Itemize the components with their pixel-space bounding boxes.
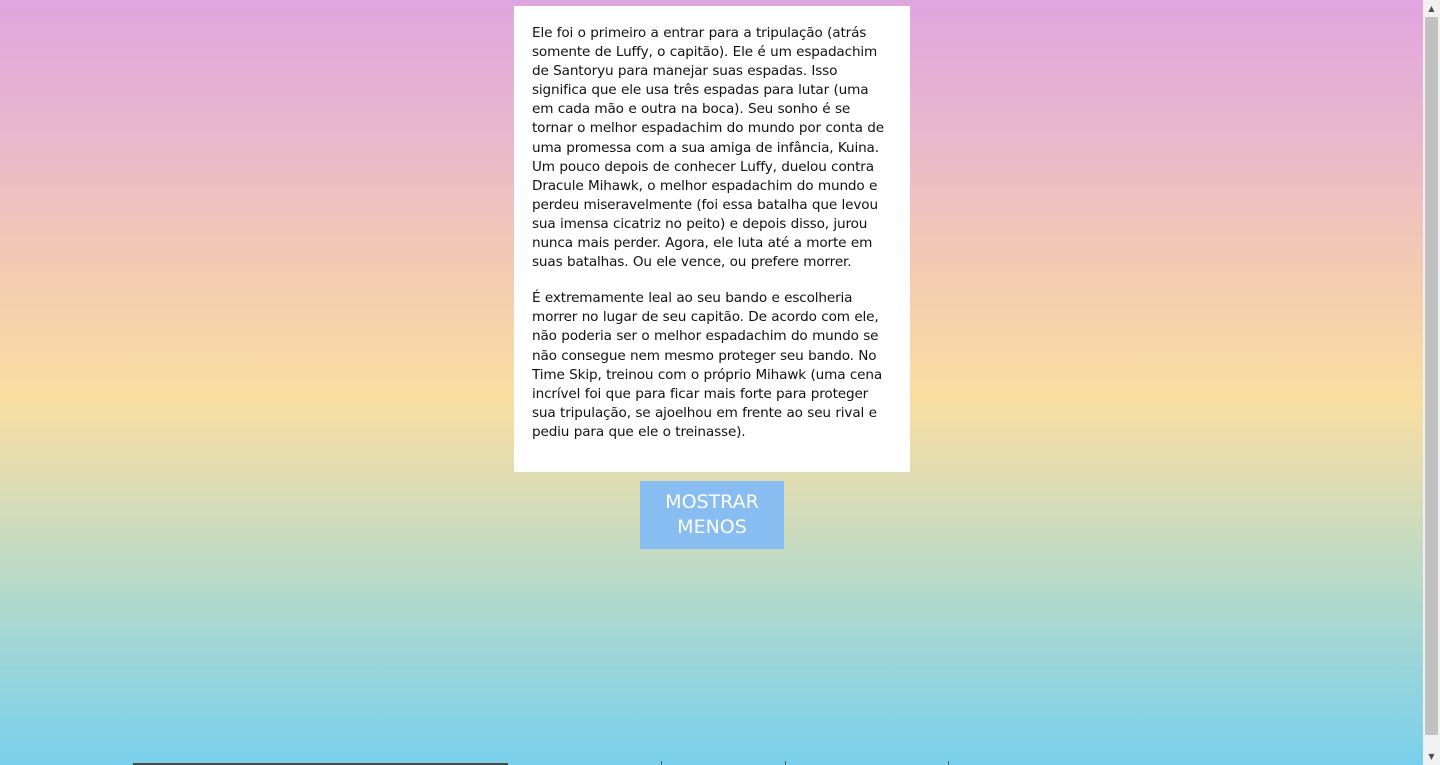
- vertical-scrollbar[interactable]: ▲ ▼: [1423, 0, 1440, 765]
- scroll-up-arrow-icon[interactable]: ▲: [1423, 0, 1440, 17]
- bottom-edge-tick: [948, 761, 949, 765]
- description-card: Ele foi o primeiro a entrar para a tripu…: [514, 6, 910, 472]
- show-less-button[interactable]: MOSTRAR MENOS: [640, 481, 784, 549]
- page-viewport: Ele foi o primeiro a entrar para a tripu…: [0, 0, 1423, 765]
- bottom-edge-tick: [785, 761, 786, 765]
- description-paragraph-1: Ele foi o primeiro a entrar para a tripu…: [532, 25, 884, 271]
- scroll-down-arrow-icon[interactable]: ▼: [1423, 748, 1440, 765]
- bottom-edge-tick: [661, 761, 662, 765]
- scroll-thumb[interactable]: [1425, 17, 1438, 735]
- description-paragraph-2: É extremamente leal ao seu bando e escol…: [532, 290, 883, 440]
